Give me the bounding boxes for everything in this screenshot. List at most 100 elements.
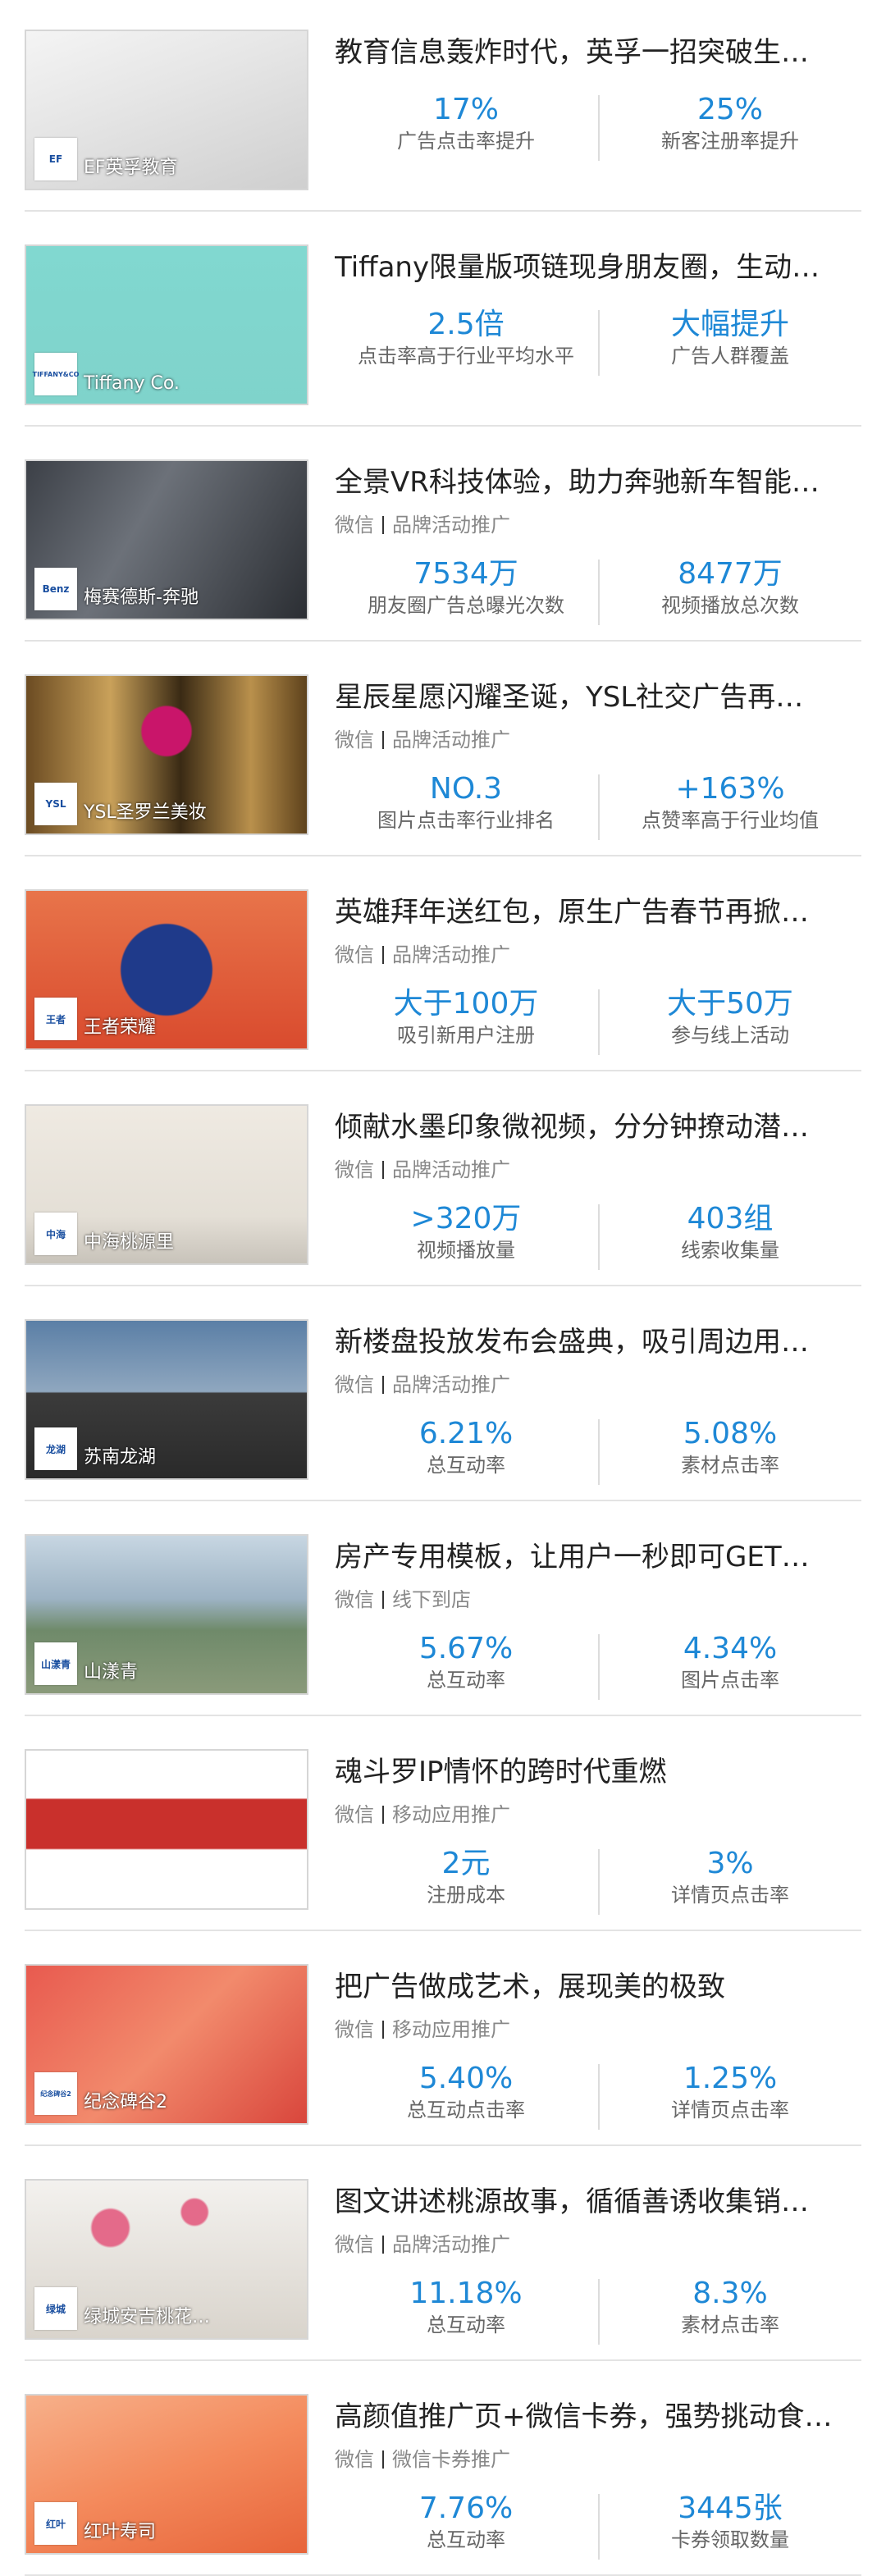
row-separator <box>25 1715 861 1716</box>
brand-name: 王者荣耀 <box>84 1017 157 1038</box>
case-thumbnail[interactable]: 山漾青 山漾青 <box>25 1534 308 1695</box>
stat-value: 4.34% <box>683 1632 778 1665</box>
case-tags: 微信 移动应用推广 <box>335 2016 510 2043</box>
case-tags: 微信 品牌活动推广 <box>335 942 510 968</box>
case-item[interactable]: 红叶 红叶寿司 高颜值推广页+微信卡券，强势挑动食… 微信 微信卡券推广 7.76% 总互动… <box>0 2364 886 2576</box>
promotion-type-tag: 品牌活动推广 <box>392 514 510 537</box>
stat-divider <box>598 1849 600 1915</box>
case-tags: 微信 品牌活动推广 <box>335 727 510 753</box>
tag-divider <box>382 1806 384 1824</box>
case-thumbnail[interactable]: 中海 中海桃源里 <box>25 1104 308 1265</box>
stat-value: 11.18% <box>409 2277 523 2310</box>
stat-block: 2元 注册成本 <box>335 1846 597 1908</box>
case-thumbnail[interactable]: YSL YSL圣罗兰美妆 <box>25 674 308 835</box>
case-title[interactable]: 魂斗罗IP情怀的跨时代重燃 <box>335 1752 861 1792</box>
case-thumbnail[interactable]: 王者 王者荣耀 <box>25 889 308 1050</box>
case-stats: 7534万 朋友圈广告总曝光次数 8477万 视频播放总次数 <box>335 556 861 625</box>
brand-logo: 纪念碑谷2 <box>34 2072 77 2115</box>
brand-logo: 红叶 <box>34 2502 77 2545</box>
promotion-type-tag: 微信卡券推广 <box>392 2448 510 2471</box>
case-thumbnail[interactable]: 红叶 红叶寿司 <box>25 2394 308 2555</box>
channel-tag: 微信 <box>335 1158 374 1181</box>
case-thumbnail[interactable] <box>25 1749 308 1910</box>
case-title[interactable]: 高颜值推广页+微信卡券，强势挑动食… <box>335 2397 861 2437</box>
stat-value: 25% <box>696 93 763 126</box>
brand-logo: YSL <box>34 783 77 825</box>
tag-divider <box>382 1591 384 1609</box>
case-item[interactable]: EF EF英孚教育 教育信息轰炸时代，英孚一招突破生… 17% 广告点击率提升 25% 新客… <box>0 0 886 212</box>
case-stats: 5.40% 总互动点击率 1.25% 详情页点击率 <box>335 2061 861 2130</box>
case-title[interactable]: 英雄拜年送红包，原生广告春节再掀… <box>335 893 861 932</box>
channel-tag: 微信 <box>335 514 374 537</box>
case-title[interactable]: Tiffany限量版项链现身朋友圈，生动… <box>335 248 861 287</box>
tag-divider <box>382 1376 384 1394</box>
case-item[interactable]: 龙湖 苏南龙湖 新楼盘投放发布会盛典，吸引周边用… 微信 品牌活动推广 6.21% 总互动率… <box>0 1290 886 1501</box>
case-title[interactable]: 倾献水墨印象微视频，分分钟撩动潜… <box>335 1108 861 1147</box>
stat-block: 1.25% 详情页点击率 <box>599 2061 861 2123</box>
stat-block: 5.08% 素材点击率 <box>599 1416 861 1478</box>
brand-name: 山漾青 <box>84 1662 139 1683</box>
stat-block: 17% 广告点击率提升 <box>335 92 597 154</box>
brand-name: YSL圣罗兰美妆 <box>84 802 207 823</box>
case-stats: >320万 视频播放量 403组 线索收集量 <box>335 1201 861 1270</box>
stat-value: 3% <box>706 1847 754 1880</box>
brand-name: 纪念碑谷2 <box>84 2092 167 2112</box>
case-stats: 大于100万 吸引新用户注册 大于50万 参与线上活动 <box>335 986 861 1055</box>
channel-tag: 微信 <box>335 2233 374 2256</box>
stat-value: +163% <box>675 772 785 806</box>
case-title[interactable]: 星辰星愿闪耀圣诞，YSL社交广告再… <box>335 678 861 717</box>
case-item[interactable]: 中海 中海桃源里 倾献水墨印象微视频，分分钟撩动潜… 微信 品牌活动推广 >320万 视频播… <box>0 1075 886 1286</box>
case-thumbnail[interactable]: Benz 梅赛德斯-奔驰 <box>25 459 308 620</box>
stat-label: 图片点击率行业排名 <box>377 809 555 832</box>
stat-divider <box>598 1419 600 1485</box>
stat-label: 详情页点击率 <box>671 2099 789 2122</box>
case-title[interactable]: 全景VR科技体验，助力奔驰新车智能… <box>335 463 861 502</box>
row-separator <box>25 1285 861 1286</box>
stat-divider <box>598 2279 600 2345</box>
case-item[interactable]: TIFFANY&CO Tiffany Co. Tiffany限量版项链现身朋友圈，生… <box>0 215 886 427</box>
stat-value: 大于50万 <box>667 987 793 1021</box>
stat-value: 大幅提升 <box>670 308 789 341</box>
case-title[interactable]: 教育信息轰炸时代，英孚一招突破生… <box>335 33 861 72</box>
brand-logo: 绿城 <box>34 2287 77 2330</box>
case-item[interactable]: Benz 梅赛德斯-奔驰 全景VR科技体验，助力奔驰新车智能… 微信 品牌活动推广 753… <box>0 430 886 642</box>
case-item[interactable]: 魂斗罗IP情怀的跨时代重燃 微信 移动应用推广 2元 注册成本 3% 详情页点击率 <box>0 1720 886 1931</box>
case-item[interactable]: 纪念碑谷2 纪念碑谷2 把广告做成艺术，展现美的极致微信 移动应用推广 5.40% 总互动… <box>0 1934 886 2146</box>
case-title[interactable]: 房产专用模板，让用户一秒即可GET… <box>335 1537 861 1577</box>
tag-divider <box>382 946 384 964</box>
stat-block: 8477万 视频播放总次数 <box>599 556 861 619</box>
stat-block: 3445张 卡券领取数量 <box>599 2491 861 2553</box>
case-title[interactable]: 把广告做成艺术，展现美的极致 <box>335 1967 861 2007</box>
brand-name: 苏南龙湖 <box>84 1447 157 1468</box>
case-title[interactable]: 新楼盘投放发布会盛典，吸引周边用… <box>335 1322 861 1362</box>
case-tags: 微信 品牌活动推广 <box>335 1372 510 1398</box>
case-thumbnail[interactable]: TIFFANY&CO Tiffany Co. <box>25 244 308 405</box>
stat-divider <box>598 2494 600 2560</box>
case-item[interactable]: YSL YSL圣罗兰美妆 星辰星愿闪耀圣诞，YSL社交广告再… 微信 品牌活动推广 NO.… <box>0 645 886 856</box>
stat-value: NO.3 <box>429 772 503 806</box>
case-item[interactable]: 绿城 绿城安吉桃花… 图文讲述桃源故事，循循善诱收集销… 微信 品牌活动推广 11.18%… <box>0 2149 886 2361</box>
brand-name: 绿城安吉桃花… <box>84 2307 211 2327</box>
stat-label: 卡券领取数量 <box>671 2528 789 2551</box>
case-tags: 微信 微信卡券推广 <box>335 2446 510 2473</box>
channel-tag: 微信 <box>335 943 374 966</box>
case-item[interactable]: 山漾青 山漾青 房产专用模板，让用户一秒即可GET… 微信 线下到店 5.67% 总互动率 4… <box>0 1505 886 1716</box>
case-thumbnail[interactable]: EF EF英孚教育 <box>25 30 308 190</box>
stat-block: 25% 新客注册率提升 <box>599 92 861 154</box>
stat-value: 2.5倍 <box>427 308 505 341</box>
tag-divider <box>382 2021 384 2039</box>
stat-label: 参与线上活动 <box>671 1024 789 1047</box>
channel-tag: 微信 <box>335 1373 374 1396</box>
case-thumbnail[interactable]: 纪念碑谷2 纪念碑谷2 <box>25 1964 308 2125</box>
case-thumbnail[interactable]: 龙湖 苏南龙湖 <box>25 1319 308 1480</box>
row-separator <box>25 425 861 427</box>
case-tags: 微信 品牌活动推广 <box>335 1157 510 1183</box>
case-title[interactable]: 图文讲述桃源故事，循循善诱收集销… <box>335 2182 861 2222</box>
brand-logo: Benz <box>34 568 77 610</box>
stat-divider <box>598 310 600 376</box>
case-thumbnail[interactable]: 绿城 绿城安吉桃花… <box>25 2179 308 2340</box>
brand-logo: 山漾青 <box>34 1642 77 1685</box>
stat-block: 3% 详情页点击率 <box>599 1846 861 1908</box>
stat-value: 8.3% <box>692 2277 768 2310</box>
case-item[interactable]: 王者 王者荣耀 英雄拜年送红包，原生广告春节再掀… 微信 品牌活动推广 大于100万 吸引新… <box>0 860 886 1071</box>
